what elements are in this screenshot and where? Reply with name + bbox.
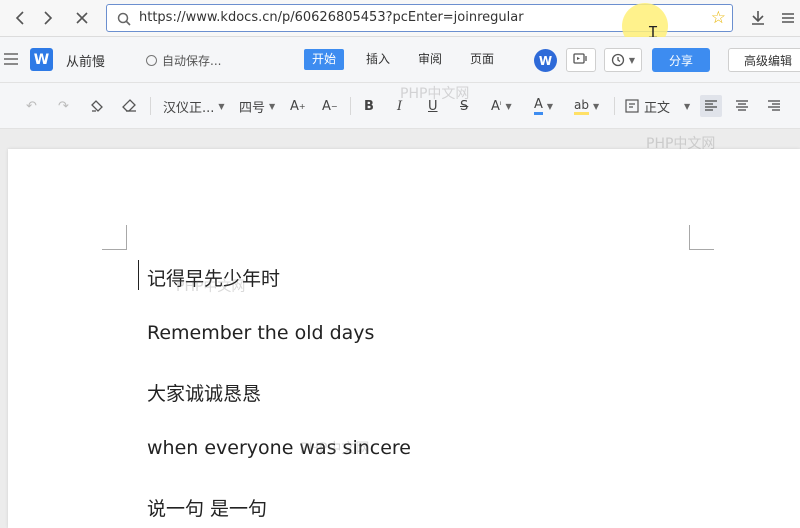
share-button[interactable]: 分享 [652, 48, 710, 72]
forward-icon[interactable] [36, 6, 60, 30]
paragraph-line[interactable]: 说一句 是一句 [147, 494, 267, 521]
present-icon[interactable] [566, 48, 596, 72]
decrease-font-icon[interactable]: A − [322, 95, 338, 117]
hamburger-menu-icon[interactable] [4, 53, 18, 68]
browser-menu-icon[interactable] [776, 6, 800, 30]
chevron-down-icon: ▼ [628, 55, 636, 65]
font-color-icon[interactable]: A ▼ [534, 95, 553, 117]
autosave-label: 自动保存... [162, 54, 222, 68]
paragraph-style-select[interactable]: 正文 ▼ [625, 95, 690, 117]
chevron-down-icon: ▼ [684, 101, 691, 111]
autosave-status: 自动保存... [146, 52, 221, 69]
document-title[interactable]: 从前慢 [66, 51, 105, 70]
history-button[interactable]: ▼ [604, 48, 642, 72]
paragraph-line[interactable]: 记得早先少年时 [147, 264, 280, 291]
bold-icon[interactable]: B [364, 95, 374, 117]
font-size-select[interactable]: 四号 ▼ [239, 95, 275, 117]
paragraph-line[interactable]: 大家诚诚恳恳 [147, 379, 261, 406]
margin-corner-top-left [102, 225, 127, 250]
redo-icon[interactable]: ↷ [58, 95, 69, 117]
browser-toolbar: https://www.kdocs.cn/p/60626805453?pcEnt… [0, 0, 800, 49]
paragraph-style-value: 正文 [644, 100, 671, 116]
chevron-down-icon: ▼ [505, 101, 512, 111]
align-left-icon[interactable] [700, 95, 722, 117]
strikethrough-icon[interactable]: S [460, 95, 468, 117]
highlight-icon[interactable]: ab ▼ [574, 95, 599, 117]
eraser-icon[interactable] [122, 95, 137, 117]
advanced-edit-button[interactable]: 高级编辑 [728, 48, 800, 72]
font-size-value: 四号 [239, 100, 266, 116]
chevron-down-icon: ▼ [218, 101, 225, 111]
bookmark-star-icon[interactable]: ☆ [711, 8, 726, 28]
align-right-icon[interactable] [767, 95, 781, 117]
search-icon [117, 11, 131, 30]
tab-review[interactable]: 审阅 [410, 49, 450, 70]
undo-icon[interactable]: ↶ [26, 95, 37, 117]
tab-start[interactable]: 开始 [304, 49, 345, 70]
chevron-down-icon: ▼ [546, 101, 554, 111]
margin-corner-top-right [689, 225, 714, 250]
url-text: https://www.kdocs.cn/p/60626805453?pcEnt… [139, 10, 524, 25]
font-name-value: 汉仪正... [163, 100, 215, 116]
underline-icon[interactable]: U [428, 95, 438, 117]
document-canvas: 记得早先少年时 Remember the old days 大家诚诚恳恳 whe… [0, 129, 800, 528]
paragraph-line[interactable]: Remember the old days [147, 322, 374, 344]
tab-page[interactable]: 页面 [462, 49, 502, 70]
app-header: W 从前慢 自动保存... 开始 插入 审阅 页面 W ▼ 分享 高级编辑 [0, 37, 800, 83]
chevron-down-icon: ▼ [269, 101, 276, 111]
tab-insert[interactable]: 插入 [358, 49, 398, 70]
format-toolbar: ↶ ↷ 汉仪正... ▼ 四号 ▼ A + A − B I U S Aⁱ ▼ A ▼ ab ▼… [0, 83, 800, 129]
text-caret [138, 260, 139, 290]
wps-writer-logo: W [30, 48, 53, 71]
align-center-icon[interactable] [735, 95, 749, 117]
increase-font-icon[interactable]: A + [290, 95, 306, 117]
format-painter-icon[interactable] [90, 95, 104, 117]
autosave-icon [146, 55, 157, 66]
document-page[interactable]: 记得早先少年时 Remember the old days 大家诚诚恳恳 whe… [8, 149, 800, 528]
wps-ai-icon[interactable]: W [534, 49, 557, 72]
style-icon [625, 99, 639, 113]
stop-loading-icon[interactable] [70, 6, 94, 30]
paragraph-line[interactable]: when everyone was sincere [147, 437, 411, 459]
text-effects-icon[interactable]: Aⁱ ▼ [491, 95, 512, 117]
italic-icon[interactable]: I [397, 95, 402, 117]
download-icon[interactable] [746, 6, 770, 30]
back-icon[interactable] [8, 6, 32, 30]
chevron-down-icon: ▼ [592, 101, 600, 111]
font-name-select[interactable]: 汉仪正... ▼ [163, 95, 225, 117]
